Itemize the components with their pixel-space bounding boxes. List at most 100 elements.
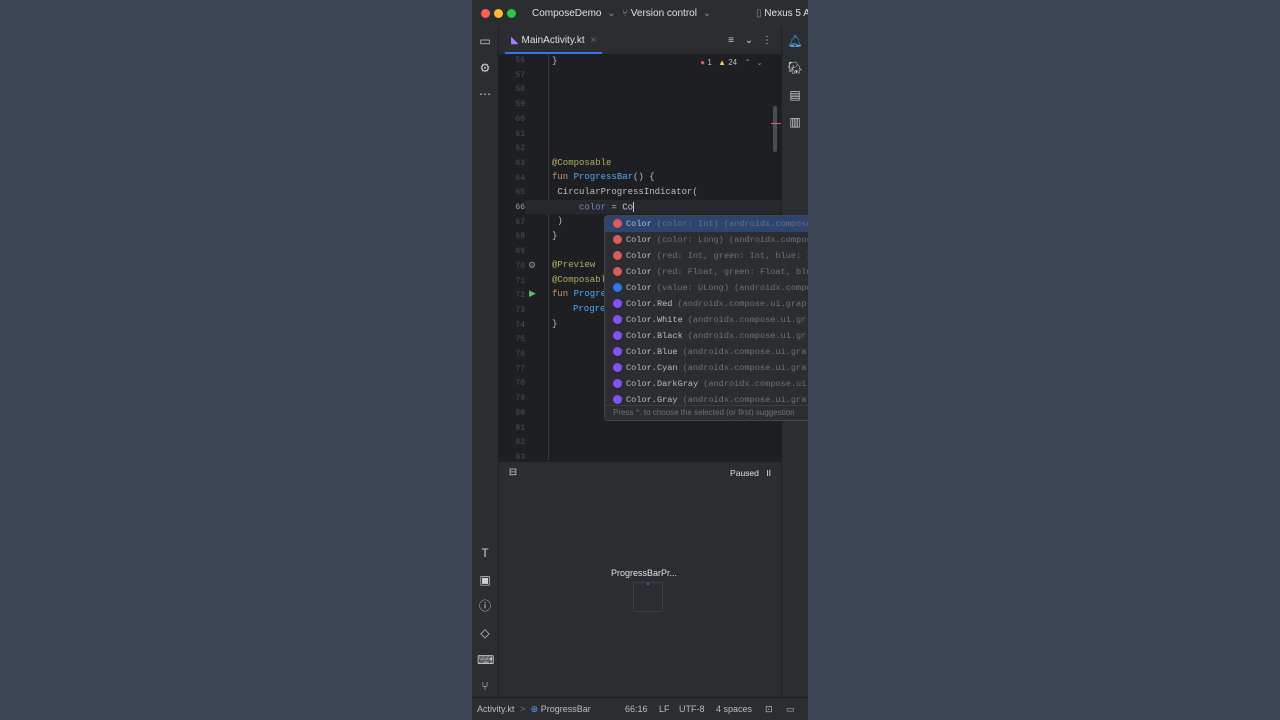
vertical-scrollbar[interactable] (773, 106, 777, 152)
line-number[interactable]: 62 (499, 144, 525, 153)
line-number[interactable]: 68 (499, 232, 525, 241)
function-name: Progre (573, 289, 607, 299)
line-ending[interactable]: LF (659, 704, 670, 714)
line-number[interactable]: 67 (499, 218, 525, 227)
terminal-icon[interactable]: ⌨ (477, 653, 494, 667)
line-number[interactable]: 56 (499, 56, 525, 65)
code-line-70: @Preview (552, 260, 596, 270)
line-number[interactable]: 59 (499, 100, 525, 109)
code-line-56: } (552, 56, 558, 66)
line-number[interactable]: 83 (499, 453, 525, 460)
line-number[interactable]: 80 (499, 409, 525, 418)
completion-item-name: Color.Cyan (626, 363, 678, 373)
indent-setting[interactable]: 4 spaces (716, 704, 752, 714)
class-kind-icon (613, 283, 622, 293)
preview-component-label[interactable]: ProgressBarPr... (611, 568, 701, 578)
code-line-65: CircularProgressIndicator( (552, 187, 698, 197)
vcs-selector[interactable]: ⑂ Version control ⌄ (622, 8, 711, 19)
code-line-74: } (552, 319, 558, 329)
project-selector[interactable]: ComposeDemo ⌄ (532, 8, 616, 19)
close-window-button[interactable] (481, 9, 490, 18)
line-number[interactable]: 66 (499, 203, 525, 212)
line-number[interactable]: 75 (499, 335, 525, 344)
error-stripe-marker[interactable] (771, 123, 781, 124)
more-icon[interactable]: ⋯ (477, 87, 493, 101)
completion-item[interactable]: Color.Black (androidx.compose.ui.gr (605, 328, 808, 344)
completion-item[interactable]: Color (color: Int) (androidx.compose (605, 216, 808, 232)
completion-item-signature: (value: ULong) (androidx.compo (656, 283, 808, 293)
caret-position[interactable]: 66:16 (625, 704, 648, 714)
completion-item-name: Color.White (626, 315, 683, 325)
running-devices-icon[interactable]: ▥ (787, 115, 803, 129)
line-number[interactable]: 72 (499, 291, 525, 300)
line-number[interactable]: 78 (499, 379, 525, 388)
chevron-up-icon[interactable]: ⌃ (744, 58, 751, 67)
breadcrumb-symbol[interactable]: ProgressBar (541, 704, 591, 714)
resource-manager-icon[interactable]: ⚙ (477, 61, 493, 75)
git-icon[interactable]: ⑂ (477, 679, 493, 693)
kebab-menu-icon[interactable]: ⋮ (759, 34, 775, 48)
problems-icon[interactable]: ⓘ (477, 599, 493, 613)
breadcrumb-file[interactable]: Activity.kt (477, 704, 514, 714)
completion-item[interactable]: Color.DarkGray (androidx.compose.ui (605, 376, 808, 392)
completion-item[interactable]: Color (red: Int, green: Int, blue: I (605, 248, 808, 264)
line-number[interactable]: 64 (499, 174, 525, 183)
tab-mainactivity[interactable]: ◣ MainActivity.kt × (505, 27, 603, 54)
line-number[interactable]: 65 (499, 188, 525, 197)
line-number[interactable]: 63 (499, 159, 525, 168)
device-manager-icon[interactable]: ▤ (787, 88, 803, 102)
run-preview-icon[interactable]: ▶ (529, 288, 536, 299)
completion-item[interactable]: Color (red: Float, green: Float, blu (605, 264, 808, 280)
preview-status[interactable]: Paused II (730, 468, 771, 478)
chevron-down-icon[interactable]: ⌄ (756, 58, 763, 67)
line-number[interactable]: 71 (499, 277, 525, 286)
line-number[interactable]: 61 (499, 130, 525, 139)
value-kind-icon (613, 363, 622, 373)
line-number[interactable]: 81 (499, 424, 525, 433)
completion-item[interactable]: Color.Red (androidx.compose.ui.grap (605, 296, 808, 312)
gem-icon[interactable]: ◇ (477, 626, 493, 640)
line-number[interactable]: 79 (499, 394, 525, 403)
memory-indicator-icon[interactable]: ▭ (786, 704, 795, 715)
chevron-down-icon[interactable]: ⌄ (741, 34, 757, 48)
gradle-icon[interactable]: 🐘︎ (787, 61, 803, 75)
close-tab-icon[interactable]: × (590, 35, 596, 46)
completion-item-name: Color.DarkGray (626, 379, 699, 389)
text-tool-icon[interactable]: T (477, 546, 493, 560)
completion-item-name: Color (626, 219, 652, 229)
line-number[interactable]: 82 (499, 438, 525, 447)
completion-item[interactable]: Color (value: ULong) (androidx.compo (605, 280, 808, 296)
completion-item-name: Color (626, 283, 652, 293)
notifications-icon[interactable]: 🔔︎ (787, 34, 803, 48)
file-encoding[interactable]: UTF-8 (679, 704, 705, 714)
menu-icon[interactable]: ≡ (723, 34, 739, 48)
code-completion-popup[interactable]: Color (color: Int) (androidx.compose Color… (604, 215, 808, 421)
line-number[interactable]: 73 (499, 306, 525, 315)
inspection-widget[interactable]: ● 1 ▲ 24 ⌃ ⌄ (700, 58, 763, 67)
preview-settings-icon[interactable]: ⚙ (528, 260, 536, 271)
line-number[interactable]: 60 (499, 115, 525, 124)
completion-item[interactable]: Color (color: Long) (androidx.compos (605, 232, 808, 248)
completion-item[interactable]: Color.Blue (androidx.compose.ui.gra (605, 344, 808, 360)
completion-item[interactable]: Color.Cyan (androidx.compose.ui.gra (605, 360, 808, 376)
line-number[interactable]: 58 (499, 85, 525, 94)
left-tool-window-bar: ▭ ⚙ ⋯ T ▣ ⓘ ◇ ⌨ ⑂ (472, 27, 499, 697)
line-number[interactable]: 69 (499, 247, 525, 256)
completion-item[interactable]: Color.White (androidx.compose.ui.gr (605, 312, 808, 328)
read-only-lock-icon[interactable]: ⊡ (765, 704, 773, 715)
line-number[interactable]: 70 (499, 262, 525, 271)
line-number[interactable]: 77 (499, 365, 525, 374)
code-line-68: } (552, 231, 558, 241)
ide-window: ComposeDemo ⌄ ⑂ Version control ⌄ ▯ Nexu… (472, 0, 808, 720)
android-icon[interactable]: ▣ (477, 573, 493, 587)
minimize-window-button[interactable] (494, 9, 503, 18)
folder-icon[interactable]: ▭ (477, 34, 493, 48)
maximize-window-button[interactable] (507, 9, 516, 18)
preview-render-box[interactable] (633, 582, 663, 612)
device-selector[interactable]: ▯ Nexus 5 A (756, 8, 808, 19)
line-number[interactable]: 74 (499, 321, 525, 330)
line-number[interactable]: 76 (499, 350, 525, 359)
line-number[interactable]: 57 (499, 71, 525, 80)
split-view-icon[interactable]: ⊟ (505, 466, 521, 480)
device-label: Nexus 5 A (764, 8, 808, 19)
